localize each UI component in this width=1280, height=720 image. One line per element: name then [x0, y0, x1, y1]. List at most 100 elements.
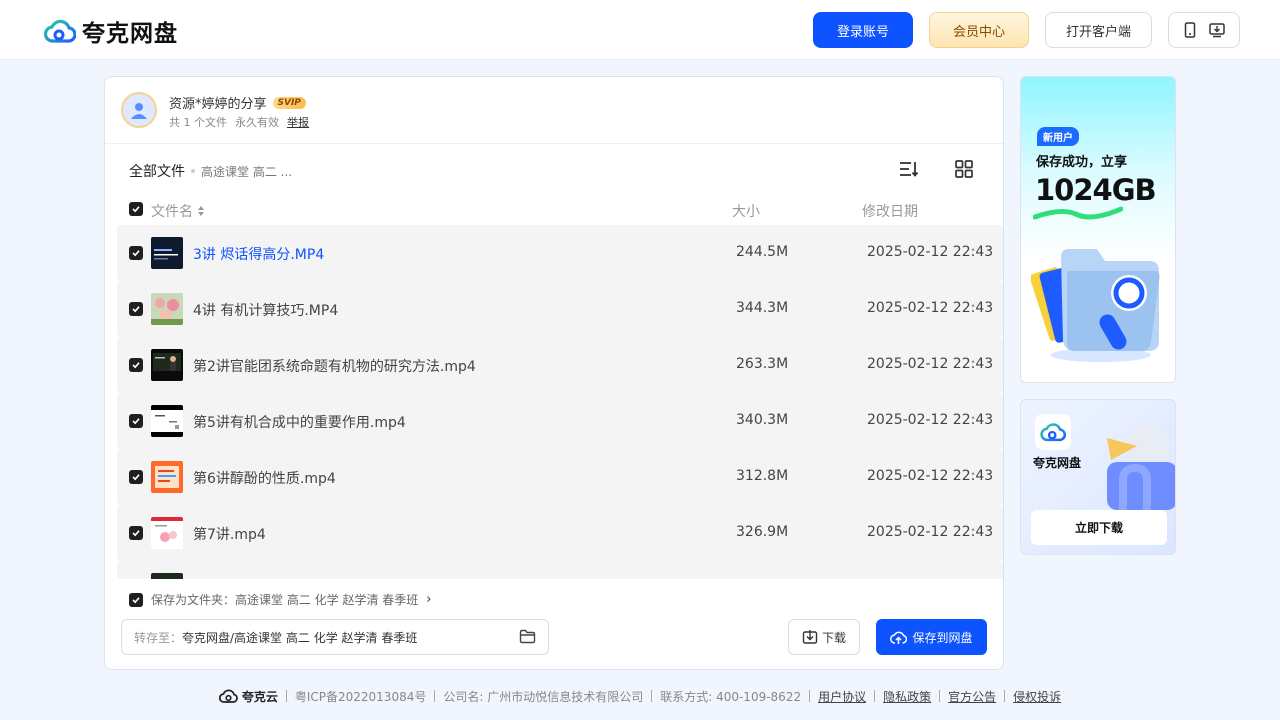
file-size: 340.3M: [736, 412, 789, 428]
footer-separator: [651, 690, 653, 702]
file-row[interactable]: 第6讲醇酚的性质.mp4 312.8M 2025-02-12 22:43: [117, 449, 1003, 505]
mobile-icon[interactable]: [1183, 22, 1197, 38]
new-user-badge: 新用户: [1037, 127, 1079, 146]
save-to-drive-button[interactable]: 保存到网盘: [876, 619, 987, 655]
file-date: 2025-02-12 22:43: [867, 356, 994, 372]
footer-link-privacy[interactable]: 隐私政策: [883, 688, 931, 705]
footer-icp: 粤ICP备2022013084号: [294, 689, 427, 704]
vip-center-button[interactable]: 会员中心: [929, 12, 1029, 48]
footer-link-infringement[interactable]: 侵权投诉: [1013, 688, 1061, 705]
check-icon: [132, 362, 140, 369]
save-as-folder-label: 保存为文件夹：高途课堂 高二 化学 赵学清 春季班: [151, 593, 419, 607]
file-checkbox[interactable]: [129, 414, 143, 428]
file-name[interactable]: 第7讲.mp4: [193, 524, 266, 544]
file-checkbox[interactable]: [129, 246, 143, 260]
footer-link-announcement[interactable]: 官方公告: [948, 688, 996, 705]
file-name[interactable]: 第5讲有机合成中的重要作用.mp4: [193, 412, 406, 432]
share-header: 资源*婷婷的分享 SVIP 共 1 个文件 永久有效 举报: [105, 77, 1003, 144]
file-row-partial[interactable]: [117, 561, 1003, 579]
check-icon: [132, 530, 140, 537]
video-thumbnail: [151, 405, 183, 437]
share-card: 资源*婷婷的分享 SVIP 共 1 个文件 永久有效 举报 全部文件 高途课堂 …: [104, 76, 1004, 670]
user-icon: [131, 103, 147, 119]
footer-separator: [434, 690, 436, 702]
breadcrumb-root[interactable]: 全部文件: [129, 161, 185, 181]
footer-brand-text: 夸克云: [241, 689, 278, 704]
download-now-button[interactable]: 立即下载: [1031, 510, 1167, 545]
file-date: 2025-02-12 22:43: [867, 300, 994, 316]
select-all-checkbox[interactable]: [129, 202, 143, 216]
breadcrumb-current[interactable]: 高途课堂 高二 ...: [201, 163, 292, 180]
footer-separator: [285, 690, 287, 702]
sort-icon[interactable]: [898, 159, 920, 179]
file-checkbox[interactable]: [129, 302, 143, 316]
save-bar: 保存为文件夹：高途课堂 高二 化学 赵学清 春季班 › 转存至： 夸克网盘/高途…: [105, 579, 1003, 669]
report-link[interactable]: 举报: [287, 114, 309, 130]
footer-brand: 夸克云: [218, 688, 278, 705]
footer-company: 公司名: 广州市动悦信息技术有限公司: [443, 689, 644, 704]
share-owner-title: 资源*婷婷的分享: [169, 97, 267, 112]
save-as-folder-option[interactable]: 保存为文件夹：高途课堂 高二 化学 赵学清 春季班 ›: [129, 591, 431, 608]
open-client-button[interactable]: 打开客户端: [1045, 12, 1152, 48]
desktop-icon[interactable]: [1209, 22, 1225, 38]
file-row[interactable]: 4讲 有机计算技巧.MP4 344.3M 2025-02-12 22:43: [117, 281, 1003, 337]
file-row[interactable]: 第7讲.mp4 326.9M 2025-02-12 22:43: [117, 505, 1003, 561]
footer-link-user-agreement[interactable]: 用户协议: [818, 688, 866, 705]
folder-illustration-icon: [1031, 249, 1160, 362]
file-name[interactable]: 4讲 有机计算技巧.MP4: [193, 300, 338, 320]
file-row[interactable]: 第5讲有机合成中的重要作用.mp4 340.3M 2025-02-12 22:43: [117, 393, 1003, 449]
check-icon: [132, 250, 140, 257]
chevron-right-icon: ›: [426, 592, 432, 607]
file-checkbox[interactable]: [129, 526, 143, 540]
check-icon: [132, 474, 140, 481]
file-row[interactable]: 3讲 烬话得高分.MP4 244.5M 2025-02-12 22:43: [117, 225, 1003, 281]
column-size-header: 大小: [732, 204, 760, 220]
device-switch-group: [1168, 12, 1240, 48]
file-checkbox[interactable]: [129, 470, 143, 484]
logo-text: 夸克网盘: [82, 21, 178, 47]
download-button[interactable]: 下载: [788, 619, 860, 655]
file-size: 312.8M: [736, 468, 789, 484]
save-path-field[interactable]: 转存至： 夸克网盘/高途课堂 高二 化学 赵学清 春季班: [121, 619, 549, 655]
app-icon: [1035, 414, 1071, 450]
breadcrumb: 全部文件 高途课堂 高二 ...: [129, 161, 292, 181]
avatar: [121, 92, 157, 128]
file-date: 2025-02-12 22:43: [867, 468, 994, 484]
login-button[interactable]: 登录账号: [813, 12, 913, 48]
cloud-logo-icon: [1040, 423, 1066, 442]
file-name[interactable]: 3讲 烬话得高分.MP4: [193, 244, 324, 264]
download-icon: [802, 630, 818, 644]
save-path-value: 夸克网盘/高途课堂 高二 化学 赵学清 春季班: [182, 630, 418, 645]
file-row[interactable]: 第2讲官能团系统命题有机物的研究方法.mp4 263.3M 2025-02-12 2…: [117, 337, 1003, 393]
column-name-header[interactable]: 文件名: [151, 201, 205, 221]
column-name-label: 文件名: [151, 204, 193, 220]
grid-view-icon[interactable]: [954, 159, 974, 179]
save-path-label: 转存至：: [134, 630, 183, 645]
video-thumbnail: [151, 517, 183, 549]
file-checkbox[interactable]: [129, 358, 143, 372]
quark-logo[interactable]: 夸克网盘: [44, 14, 178, 48]
file-size: 263.3M: [736, 356, 789, 372]
validity: 永久有效: [235, 116, 279, 129]
check-icon: [132, 418, 140, 425]
save-as-folder-checkbox[interactable]: [129, 592, 143, 607]
cloud-brand-icon: [218, 689, 238, 703]
new-user-promo-banner[interactable]: 新用户 保存成功，立享 1024GB: [1020, 76, 1176, 383]
download-app-banner[interactable]: 夸克网盘 立即下载: [1020, 399, 1176, 555]
file-name[interactable]: 第2讲官能团系统命题有机物的研究方法.mp4: [193, 356, 476, 376]
share-title: 资源*婷婷的分享 SVIP: [169, 93, 306, 112]
folder-icon[interactable]: [519, 629, 536, 644]
cloud-illustration-icon: [1107, 424, 1175, 510]
file-size: 244.5M: [736, 244, 789, 260]
file-date: 2025-02-12 22:43: [867, 244, 994, 260]
check-icon: [132, 306, 140, 313]
top-header: 夸克网盘 登录账号 会员中心 打开客户端: [0, 0, 1280, 60]
video-thumbnail: [151, 349, 183, 381]
promo-storage: 1024GB: [1035, 173, 1157, 207]
check-icon: [132, 206, 140, 213]
check-icon: [132, 596, 140, 603]
file-name[interactable]: 第6讲醇酚的性质.mp4: [193, 468, 336, 488]
file-size: 326.9M: [736, 524, 789, 540]
sort-arrows-icon: [198, 206, 204, 216]
cloud-upload-icon: [890, 631, 908, 644]
